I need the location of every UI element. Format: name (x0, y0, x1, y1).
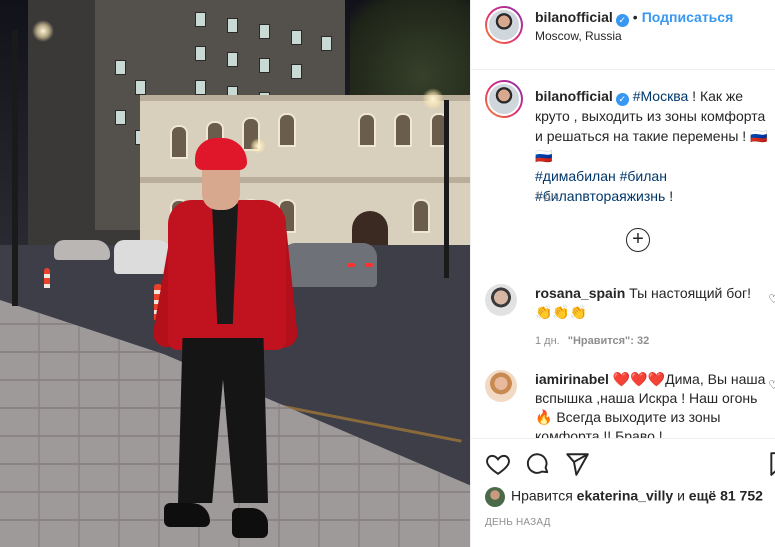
location-link[interactable]: Moscow, Russia (535, 29, 622, 43)
comment-meta: 1 дн. "Нравится": 32 (535, 332, 767, 351)
commenter-avatar[interactable] (485, 284, 517, 316)
caption-avatar[interactable] (485, 80, 523, 118)
load-more-comments-icon[interactable]: + (626, 228, 650, 252)
header-line: bilanofficial ✓ • Подписаться (535, 9, 733, 27)
liker-username[interactable]: ekaterina_villy (577, 488, 674, 504)
verified-badge-icon: ✓ (615, 14, 629, 27)
post-sidebar: bilanofficial ✓ • Подписаться Moscow, Russi… (470, 0, 775, 547)
like-heart-icon[interactable] (485, 451, 511, 477)
like-comment-heart-icon[interactable]: ♡ (768, 290, 775, 309)
liker-avatar[interactable] (485, 487, 505, 507)
comment-likes[interactable]: "Нравится": 32 (568, 335, 649, 347)
commenter-username[interactable]: iamirinabel (535, 371, 609, 387)
save-bookmark-icon[interactable] (767, 451, 775, 477)
street-lamp-left (12, 30, 18, 306)
share-send-icon[interactable] (564, 451, 590, 477)
author-username[interactable]: bilanofficial (535, 9, 613, 25)
post-date[interactable]: ДЕНЬ НАЗАД (485, 517, 551, 528)
hashtag-dimabilan[interactable]: #димабилан (535, 168, 616, 184)
verified-badge-icon: ✓ (615, 93, 629, 106)
street-lamp-right (444, 100, 449, 278)
likes-and: и (677, 487, 685, 504)
likes-prefix: Нравится (511, 487, 573, 504)
comment: rosana_spain Ты настоящий бог! 👏👏👏 1 дн.… (485, 284, 775, 354)
post-caption: bilanofficial ✓ #Москва ! Как же круто , … (535, 86, 775, 206)
post-actions: Нравится ekaterina_villy и ещё 81 752 ДЕ… (471, 438, 775, 547)
comment-time[interactable]: 1 дн. (535, 335, 560, 347)
hashtag-moscow[interactable]: #Москва (633, 88, 689, 104)
like-comment-heart-icon[interactable]: ♡ (768, 376, 775, 395)
post-header: bilanofficial ✓ • Подписаться Moscow, Russi… (471, 0, 775, 70)
lamp-light-right (422, 88, 444, 110)
car-dark (54, 240, 110, 260)
caption-time[interactable]: 1 дн. (535, 190, 560, 202)
comment-bubble-icon[interactable] (525, 451, 551, 477)
likes-summary: Нравится ekaterina_villy и ещё 81 752 (485, 487, 763, 507)
post-photo[interactable] (0, 0, 470, 547)
separator: • (632, 9, 638, 25)
traffic-cone-far (44, 268, 50, 288)
man-in-red-jacket (150, 138, 300, 547)
instagram-post: bilanofficial ✓ • Подписаться Moscow, Russi… (0, 0, 775, 547)
author-avatar[interactable] (485, 6, 523, 44)
lamp-light-left (32, 20, 54, 42)
likes-count[interactable]: ещё 81 752 (689, 488, 763, 504)
caption-username[interactable]: bilanofficial (535, 88, 613, 104)
commenter-avatar[interactable] (485, 370, 517, 402)
red-hair (195, 138, 247, 170)
follow-button[interactable]: Подписаться (642, 9, 734, 25)
commenter-username[interactable]: rosana_spain (535, 285, 625, 301)
hashtag-bilan[interactable]: #билан (620, 168, 667, 184)
comment: iamirinabel ❤️❤️❤️Дима, Вы наша вспышка … (485, 370, 775, 438)
caption-end: ! (665, 188, 674, 204)
